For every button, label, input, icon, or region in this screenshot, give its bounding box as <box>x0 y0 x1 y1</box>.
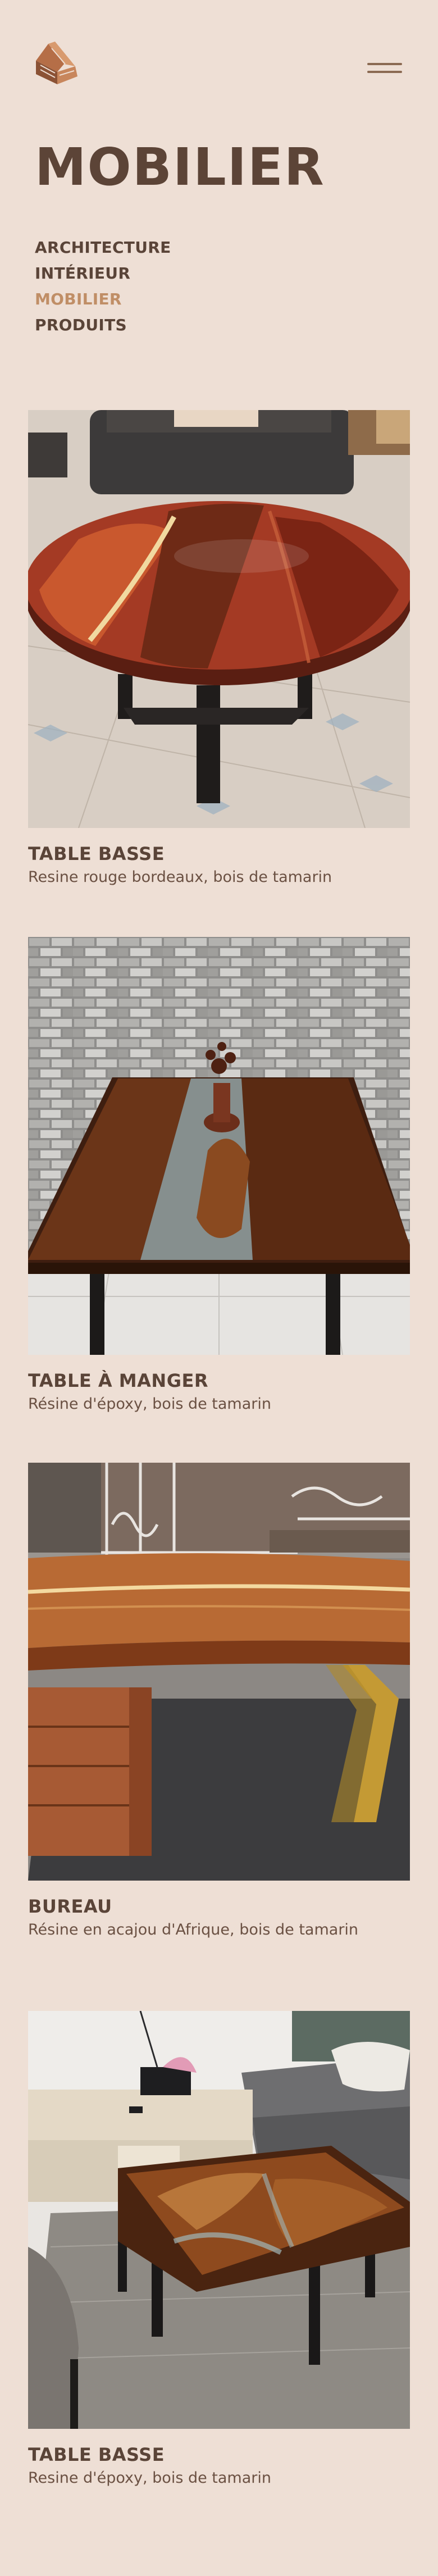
product-card[interactable]: TABLE À MANGER Résine d'époxy, bois de t… <box>28 937 410 1414</box>
category-nav: ARCHITECTURE INTÉRIEUR MOBILIER PRODUITS <box>35 235 171 338</box>
page-title: MOBILIER <box>35 137 325 197</box>
nav-item-produits[interactable]: PRODUITS <box>35 312 171 338</box>
product-image-table-a-manger[interactable] <box>28 937 410 1355</box>
product-image-table-basse-epoxy[interactable] <box>28 2011 410 2429</box>
product-description: Résine d'époxy, bois de tamarin <box>28 1395 271 1413</box>
page: MOBILIER ARCHITECTURE INTÉRIEUR MOBILIER… <box>0 0 438 2576</box>
product-description: Resine rouge bordeaux, bois de tamarin <box>28 868 332 886</box>
house-logo-icon[interactable] <box>35 40 79 85</box>
product-title: TABLE BASSE <box>28 2444 165 2465</box>
menu-bar-bottom <box>367 71 402 73</box>
product-card[interactable]: TABLE BASSE Resine rouge bordeaux, bois … <box>28 410 410 888</box>
nav-item-architecture[interactable]: ARCHITECTURE <box>35 235 171 261</box>
nav-item-interieur[interactable]: INTÉRIEUR <box>35 261 171 286</box>
product-title: TABLE BASSE <box>28 843 165 864</box>
product-image-bureau[interactable] <box>28 1463 410 1881</box>
product-card[interactable]: TABLE BASSE Resine d'époxy, bois de tama… <box>28 2011 410 2488</box>
product-title: BUREAU <box>28 1896 112 1917</box>
hamburger-menu-icon[interactable] <box>367 62 402 74</box>
product-description: Résine en acajou d'Afrique, bois de tama… <box>28 1921 359 1938</box>
product-title: TABLE À MANGER <box>28 1370 208 1391</box>
nav-item-mobilier[interactable]: MOBILIER <box>35 286 171 312</box>
product-description: Resine d'époxy, bois de tamarin <box>28 2469 271 2487</box>
menu-bar-top <box>367 63 402 65</box>
product-card[interactable]: BUREAU Résine en acajou d'Afrique, bois … <box>28 1463 410 1940</box>
product-image-table-basse-rouge[interactable] <box>28 410 410 828</box>
